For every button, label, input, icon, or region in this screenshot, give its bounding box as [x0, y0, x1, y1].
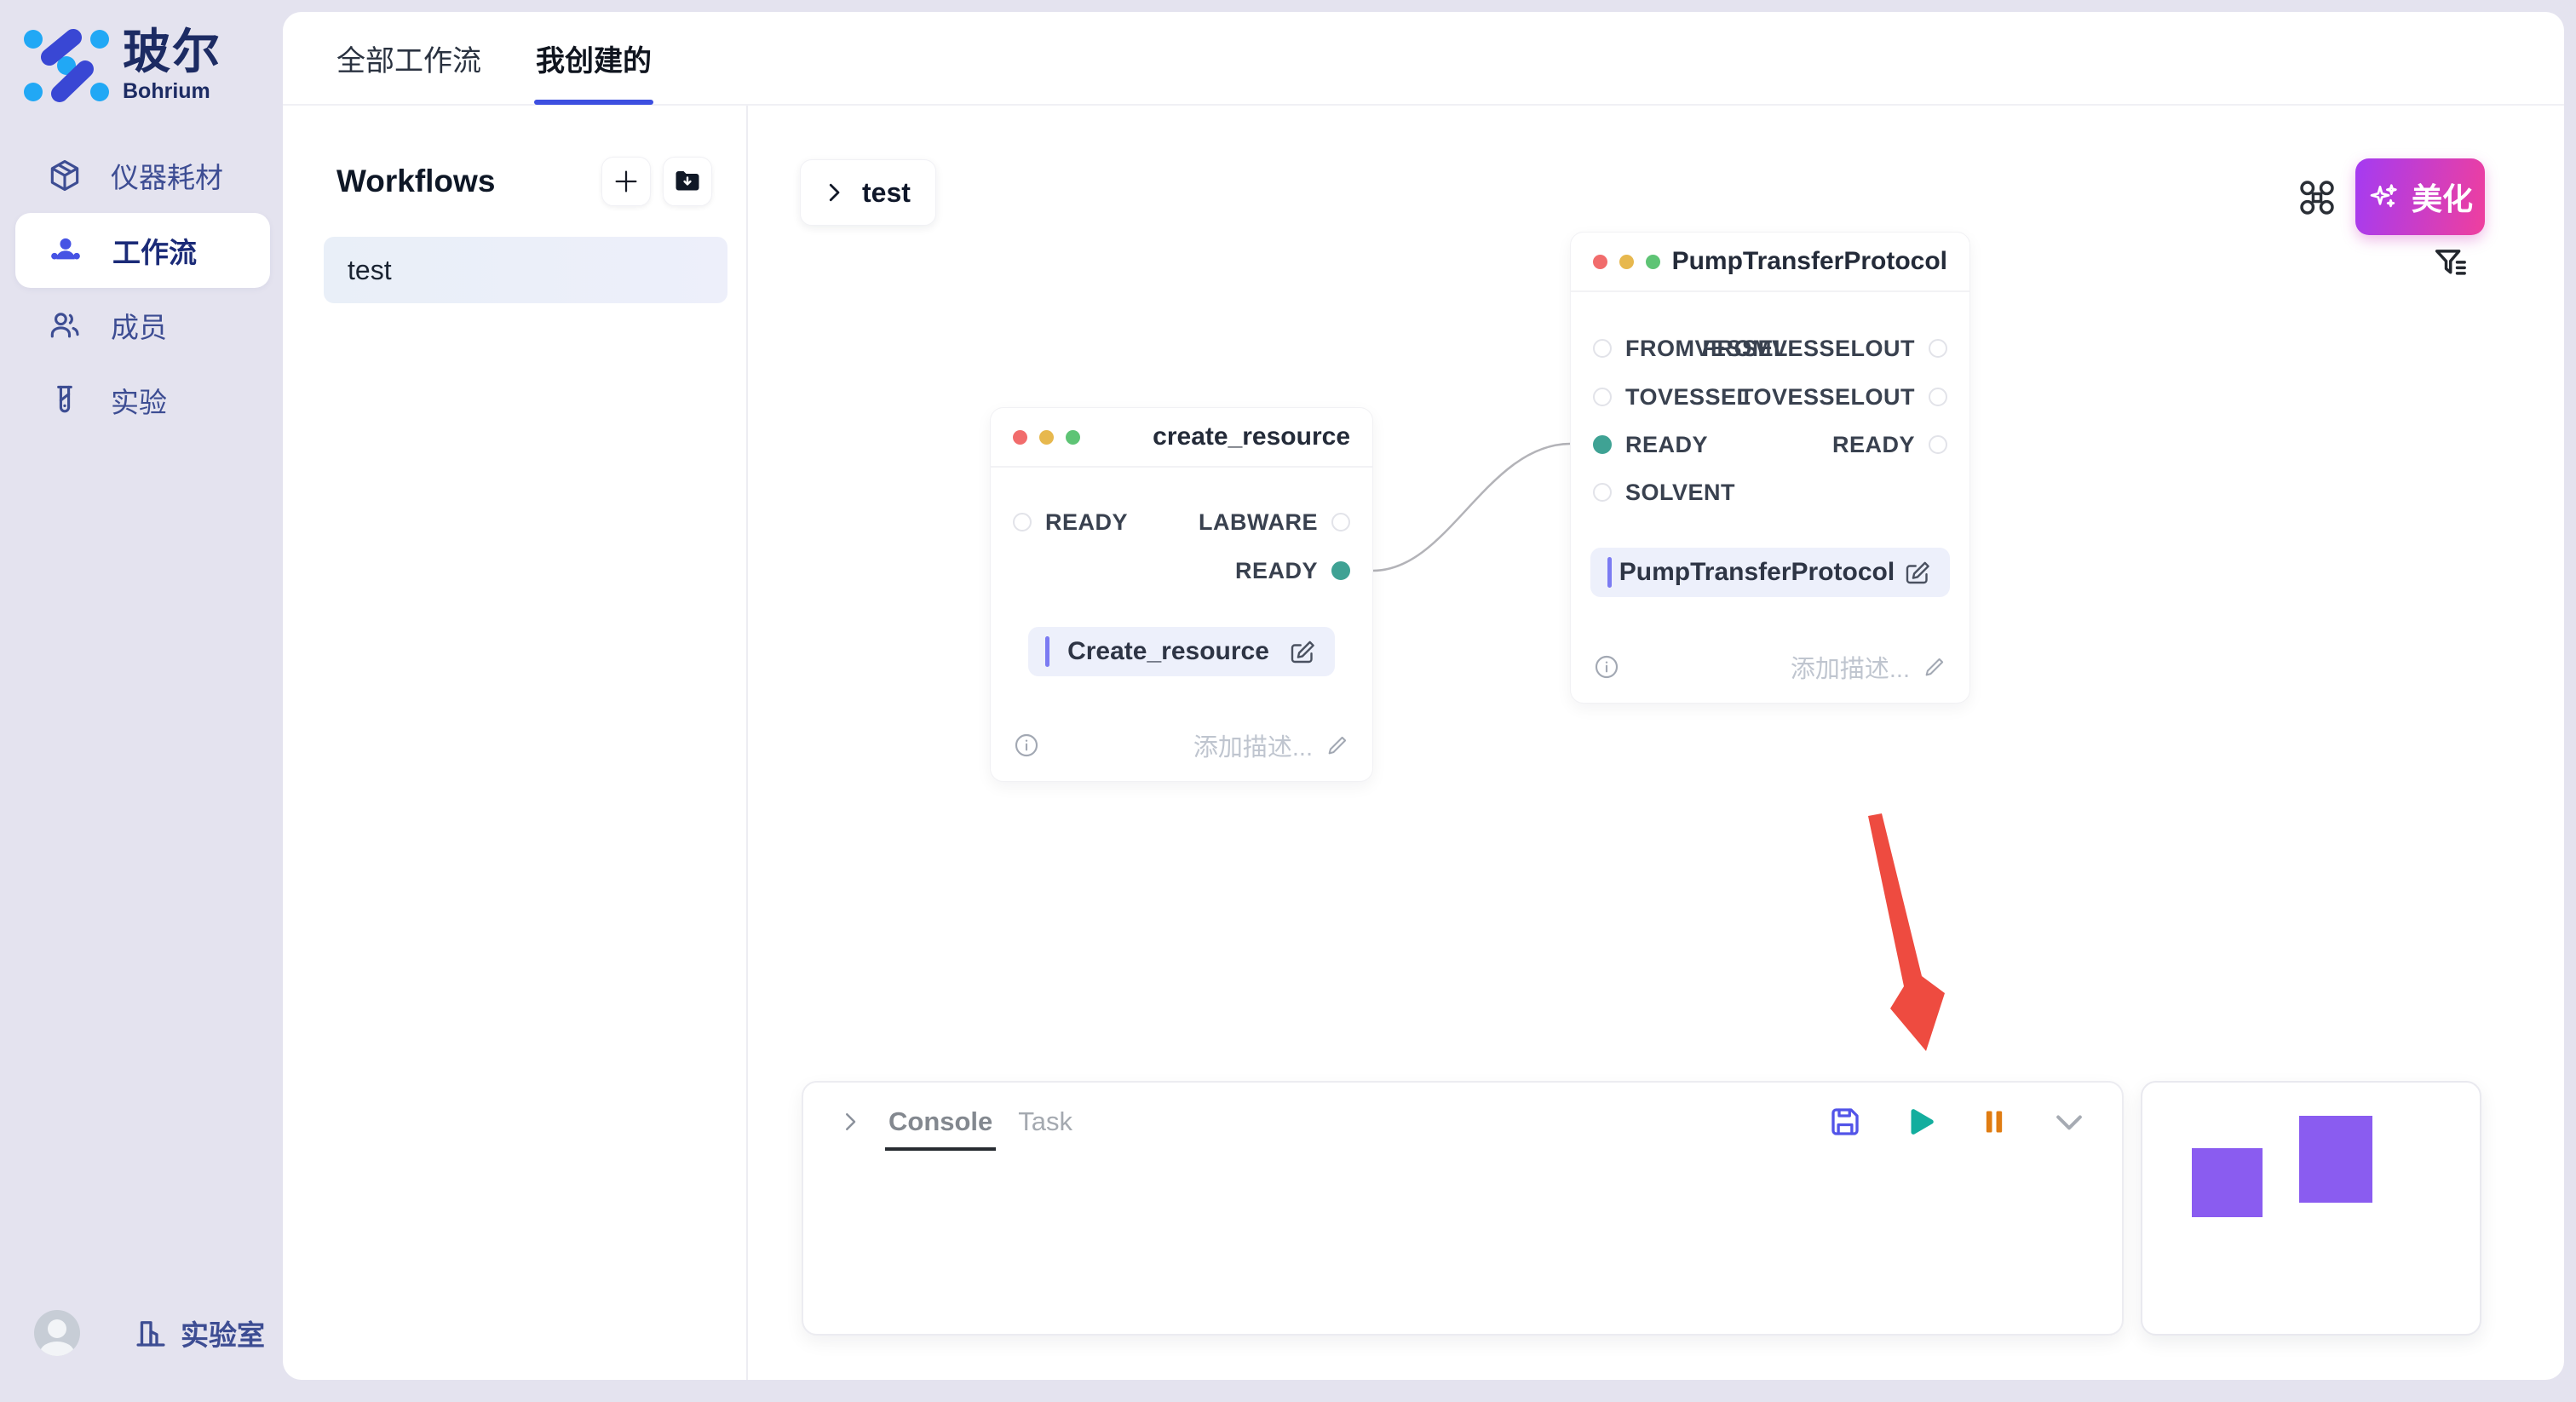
- pencil-icon: [1922, 654, 1947, 680]
- output-port-ready[interactable]: READY: [991, 555, 1372, 586]
- run-play-icon[interactable]: [1902, 1104, 1938, 1140]
- sidebar-item-members[interactable]: 成员: [0, 288, 283, 363]
- edit-pencil-square-icon[interactable]: [1902, 557, 1933, 588]
- port-circle[interactable]: [1929, 339, 1947, 358]
- sidebar-item-experiment[interactable]: 实验: [0, 363, 283, 438]
- console-tab-console[interactable]: Console: [888, 1106, 992, 1137]
- save-icon[interactable]: [1827, 1104, 1863, 1140]
- node-pump-transfer-protocol[interactable]: PumpTransferProtocol FROMVESSEL TOVESSEL…: [1570, 232, 1970, 704]
- workflow-team-icon: [46, 231, 85, 270]
- sidebar-item-label: 仪器耗材: [111, 155, 223, 196]
- add-workflow-button[interactable]: [601, 157, 651, 206]
- pencil-icon: [1325, 733, 1350, 758]
- avatar-head: [48, 1319, 66, 1338]
- node-description[interactable]: 添加描述...: [1193, 727, 1350, 763]
- bohrium-logo-icon: [24, 28, 109, 103]
- output-port-tovesselout[interactable]: TOVESSELOUT: [1571, 382, 1969, 412]
- console-actions: [1827, 1103, 2088, 1141]
- breadcrumb-label: test: [862, 177, 911, 209]
- window-dots-icon: [1593, 255, 1660, 269]
- tab-all-workflows[interactable]: 全部工作流: [336, 14, 481, 103]
- experiment-tube-icon: [46, 382, 83, 419]
- import-workflow-button[interactable]: [663, 157, 712, 206]
- folder-download-icon: [672, 166, 703, 197]
- port-circle[interactable]: [1929, 388, 1947, 406]
- node-header: PumpTransferProtocol: [1571, 233, 1969, 292]
- sidebar-item-workflow[interactable]: 工作流: [15, 213, 270, 288]
- canvas-minimap[interactable]: [2141, 1081, 2481, 1336]
- node-header: create_resource: [991, 408, 1372, 468]
- workflows-panel: Workflows: [283, 106, 748, 1380]
- sidebar-item-label: 工作流: [112, 230, 197, 271]
- canvas-breadcrumb[interactable]: test: [800, 159, 936, 226]
- building-icon: [133, 1315, 169, 1351]
- command-grid-icon: [2295, 175, 2339, 220]
- beautify-button[interactable]: 美化: [2355, 158, 2485, 235]
- output-port-fromvesselout[interactable]: FROMVESSELOUT: [1571, 333, 1969, 364]
- beautify-label: 美化: [2412, 175, 2473, 219]
- info-circle-icon[interactable]: [1593, 653, 1620, 681]
- plus-icon: [612, 167, 641, 196]
- filter-button[interactable]: [2428, 240, 2475, 288]
- node-action-pill[interactable]: Create_resource: [1028, 627, 1335, 676]
- node-footer: 添加描述...: [1013, 728, 1350, 762]
- port-circle[interactable]: [1331, 513, 1350, 531]
- sidebar-nav: 仪器耗材 工作流 成员: [0, 138, 283, 438]
- input-port-solvent[interactable]: SOLVENT: [1571, 477, 1969, 508]
- brand-name-en: Bohrium: [123, 79, 221, 104]
- info-circle-icon[interactable]: [1013, 732, 1040, 759]
- node-title: create_resource: [1080, 422, 1350, 451]
- avatar-body: [40, 1342, 74, 1356]
- pause-icon[interactable]: [1977, 1105, 2011, 1139]
- console-collapse-chevron-right-icon[interactable]: [837, 1109, 863, 1135]
- chevron-down-icon[interactable]: [2050, 1103, 2088, 1141]
- minimap-node: [2192, 1148, 2263, 1217]
- port-circle[interactable]: [1929, 435, 1947, 454]
- sidebar-item-instruments[interactable]: 仪器耗材: [0, 138, 283, 213]
- command-grid-button[interactable]: [2293, 174, 2341, 221]
- package-box-icon: [46, 157, 83, 194]
- node-create-resource[interactable]: create_resource READY LABWARE READY Crea…: [990, 407, 1373, 782]
- console-header: Console Task: [803, 1083, 2122, 1161]
- port-circle-connected[interactable]: [1331, 561, 1350, 580]
- annotation-red-arrow: [1868, 813, 1945, 1051]
- node-footer: 添加描述...: [1593, 650, 1947, 684]
- sidebar-item-label: 实验: [111, 380, 167, 421]
- workflow-list-item-test[interactable]: test: [324, 237, 727, 303]
- window-dots-icon: [1013, 430, 1080, 445]
- console-panel: Console Task: [802, 1081, 2124, 1336]
- brand-logo[interactable]: 玻尔 Bohrium: [24, 27, 221, 104]
- filter-funnel-icon: [2429, 242, 2474, 286]
- node-title: PumpTransferProtocol: [1660, 247, 1947, 276]
- sparkles-icon: [2367, 180, 2401, 214]
- port-circle[interactable]: [1593, 483, 1612, 502]
- chevron-right-icon: [821, 180, 847, 205]
- workflow-tabbar: 全部工作流 我创建的: [283, 12, 2564, 106]
- main-panel: 全部工作流 我创建的 Workflows: [283, 12, 2564, 1380]
- workflows-title: Workflows: [336, 164, 495, 199]
- node-connection-edge: [1371, 444, 1570, 571]
- edit-pencil-square-icon[interactable]: [1287, 636, 1318, 667]
- output-port-labware[interactable]: LABWARE: [991, 507, 1372, 537]
- node-description[interactable]: 添加描述...: [1791, 649, 1947, 685]
- user-avatar[interactable]: [34, 1310, 80, 1356]
- tab-my-created[interactable]: 我创建的: [536, 14, 652, 103]
- minimap-node: [2299, 1116, 2372, 1203]
- members-icon: [46, 307, 83, 344]
- lab-label: 实验室: [181, 1313, 265, 1353]
- node-action-pill[interactable]: PumpTransferProtocol: [1590, 548, 1950, 597]
- console-tab-task[interactable]: Task: [1018, 1106, 1072, 1137]
- sidebar: 玻尔 Bohrium 仪器耗材 工作流: [0, 0, 283, 1402]
- sidebar-footer: 实验室: [34, 1310, 265, 1356]
- lab-selector[interactable]: 实验室: [133, 1313, 265, 1353]
- brand-name-zh: 玻尔: [123, 27, 221, 78]
- output-port-ready[interactable]: READY: [1571, 429, 1969, 460]
- sidebar-item-label: 成员: [111, 305, 167, 346]
